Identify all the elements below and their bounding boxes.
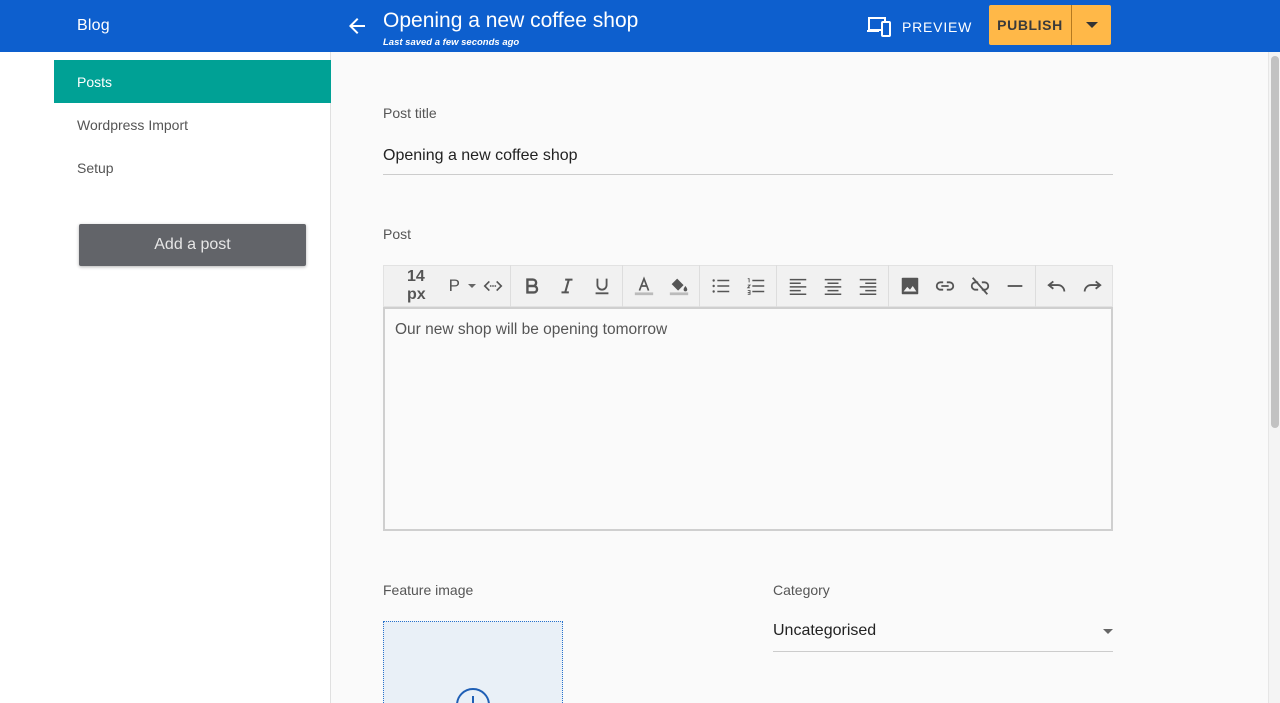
paragraph-format-label: P [448, 276, 460, 295]
add-post-button[interactable]: Add a post [79, 224, 306, 266]
toolbar-group-align [777, 265, 889, 307]
undo-icon[interactable] [1039, 269, 1074, 303]
toolbar-group-colors [623, 265, 700, 307]
feature-image-upload[interactable] [383, 621, 563, 703]
unlink-icon[interactable] [962, 269, 997, 303]
toolbar-group-lists [700, 265, 777, 307]
add-circle-icon [456, 688, 490, 703]
toolbar-group-format: 14 px P [384, 265, 511, 307]
bold-icon[interactable] [514, 269, 549, 303]
editor-toolbar: 14 px P [383, 265, 1113, 307]
post-body-label: Post [383, 226, 412, 242]
publish-button[interactable]: PUBLISH [989, 5, 1071, 45]
sidebar-item-posts[interactable]: Posts [54, 60, 331, 103]
underline-icon[interactable] [584, 269, 619, 303]
fill-color-icon[interactable] [661, 269, 696, 303]
caret-down-icon [467, 284, 476, 288]
link-icon[interactable] [927, 269, 962, 303]
back-arrow-icon[interactable] [345, 14, 369, 38]
scrollbar-thumb[interactable] [1271, 56, 1279, 428]
paragraph-format-select[interactable]: P [445, 276, 480, 296]
post-title-label: Post title [383, 105, 437, 121]
align-center-icon[interactable] [815, 269, 850, 303]
sidebar-item-label: Wordpress Import [77, 116, 188, 133]
page-scrollbar[interactable] [1268, 52, 1280, 703]
align-left-icon[interactable] [780, 269, 815, 303]
caret-down-icon [1085, 22, 1098, 28]
sidebar-item-label: Setup [77, 159, 114, 176]
top-app-bar: Blog Opening a new coffee shop Last save… [0, 0, 1280, 52]
sidebar-item-setup[interactable]: Setup [54, 146, 331, 189]
numbered-list-icon[interactable] [738, 269, 773, 303]
align-right-icon[interactable] [850, 269, 885, 303]
last-saved-status: Last saved a few seconds ago [383, 37, 520, 48]
devices-icon [867, 17, 891, 37]
category-select[interactable]: Uncategorised [773, 611, 1113, 652]
sidebar-item-label: Posts [77, 73, 113, 90]
toolbar-group-text-style [511, 265, 623, 307]
rich-text-editor: 14 px P Our new shop will be opening tom… [383, 265, 1113, 531]
image-icon[interactable] [892, 269, 927, 303]
feature-image-label: Feature image [383, 582, 474, 598]
sidebar-item-wordpress-import[interactable]: Wordpress Import [54, 103, 331, 146]
redo-icon[interactable] [1074, 269, 1109, 303]
toolbar-group-history [1036, 265, 1112, 307]
editor-content-area[interactable]: Our new shop will be opening tomorrow [383, 307, 1113, 531]
category-value: Uncategorised [773, 622, 877, 639]
italic-icon[interactable] [549, 269, 584, 303]
font-color-icon[interactable] [626, 269, 661, 303]
font-size-select[interactable]: 14 px [387, 268, 445, 304]
caret-down-icon [1103, 628, 1113, 634]
sidebar: Posts Wordpress Import Setup Add a post [0, 52, 331, 703]
main-content: Post title Post 14 px P [331, 52, 1268, 703]
preview-label: PREVIEW [902, 19, 973, 35]
preview-button[interactable]: PREVIEW [866, 14, 972, 40]
category-label: Category [773, 582, 830, 598]
toolbar-group-insert [889, 265, 1036, 307]
horizontal-rule-icon[interactable] [997, 269, 1032, 303]
page-title: Opening a new coffee shop [383, 9, 639, 32]
publish-options-button[interactable] [1071, 5, 1111, 45]
code-view-icon[interactable] [480, 269, 507, 303]
post-title-input[interactable] [383, 138, 1113, 175]
bullet-list-icon[interactable] [703, 269, 738, 303]
brand-title: Blog [77, 17, 110, 34]
